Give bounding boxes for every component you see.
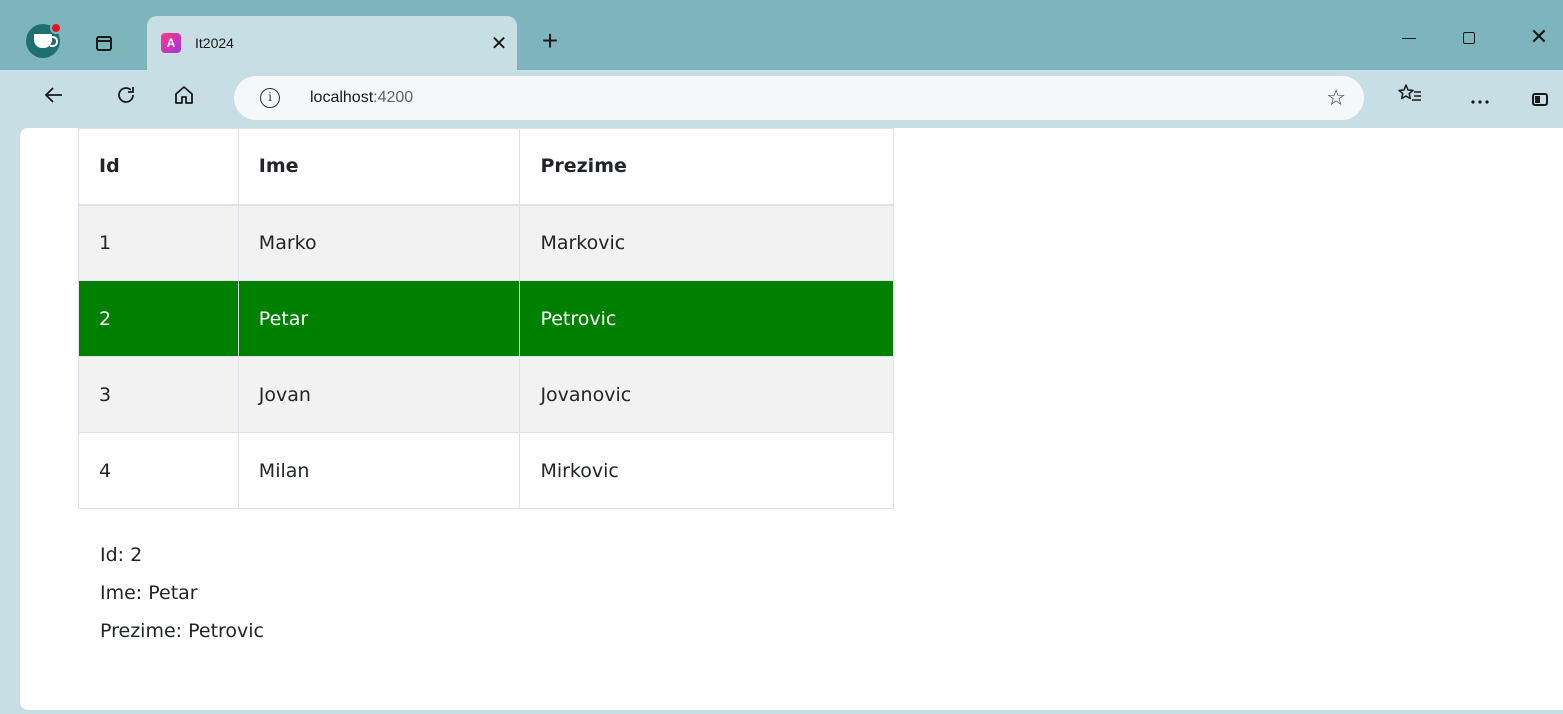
profile-avatar[interactable] xyxy=(26,22,62,58)
cell-prezime: Markovic xyxy=(519,204,894,281)
header-prezime: Prezime xyxy=(519,128,894,206)
favorites-list-icon xyxy=(1398,84,1421,101)
url-host: localhost xyxy=(310,89,374,106)
back-button[interactable] xyxy=(36,82,72,116)
tab-strip: A It2024 ✕ + ✕ xyxy=(0,0,1563,70)
reload-icon xyxy=(118,87,134,103)
cell-ime: Marko xyxy=(237,204,521,281)
address-bar[interactable]: i localhost:4200 ☆ xyxy=(234,76,1364,120)
notification-dot xyxy=(50,22,62,34)
sidebar-toggle-button[interactable] xyxy=(1522,82,1558,116)
url-text[interactable]: localhost:4200 xyxy=(310,89,413,107)
favorite-star-icon[interactable]: ☆ xyxy=(1326,85,1346,111)
cell-ime: Petar xyxy=(237,280,521,357)
cell-id: 4 xyxy=(78,432,239,509)
cell-ime: Jovan xyxy=(237,356,521,433)
home-button[interactable] xyxy=(166,82,202,116)
tab-actions-button[interactable] xyxy=(88,30,120,56)
maximize-icon xyxy=(1463,32,1475,45)
minimize-icon xyxy=(1402,37,1416,39)
table-row-selected[interactable]: 2 Petar Petrovic xyxy=(78,280,894,357)
maximize-button[interactable] xyxy=(1446,22,1492,52)
browser-tab[interactable]: A It2024 ✕ xyxy=(147,16,517,70)
cell-ime: Milan xyxy=(237,432,521,509)
new-tab-button[interactable]: + xyxy=(532,26,568,58)
cell-id: 3 xyxy=(78,356,239,433)
table-row[interactable]: 3 Jovan Jovanovic xyxy=(78,356,894,433)
tab-actions-icon xyxy=(96,35,112,51)
back-arrow-icon xyxy=(44,87,62,103)
header-ime: Ime xyxy=(237,128,521,206)
sidebar-icon xyxy=(1532,93,1548,107)
header-id: Id xyxy=(78,128,239,206)
selected-person-details: Id: 2 Ime: Petar Prezime: Petrovic xyxy=(100,536,264,650)
site-info-icon[interactable]: i xyxy=(260,88,280,108)
tab-title: It2024 xyxy=(195,35,234,51)
angular-favicon-icon: A xyxy=(161,33,181,53)
table-row[interactable]: 4 Milan Mirkovic xyxy=(78,432,894,509)
more-dots-icon xyxy=(1471,100,1489,104)
cell-prezime: Petrovic xyxy=(519,280,894,357)
cell-prezime: Jovanovic xyxy=(519,356,894,433)
favorites-button[interactable] xyxy=(1392,82,1428,116)
persons-table: Id Ime Prezime 1 Marko Markovic 2 Petar … xyxy=(78,128,894,509)
cell-id: 2 xyxy=(78,280,239,357)
url-port: :4200 xyxy=(373,89,414,106)
cell-prezime: Mirkovic xyxy=(519,432,894,509)
reload-button[interactable] xyxy=(108,82,144,116)
coffee-cup-icon xyxy=(34,34,58,48)
tab-close-button[interactable]: ✕ xyxy=(481,31,517,56)
window-close-button[interactable]: ✕ xyxy=(1516,22,1562,52)
detail-ime: Ime: Petar xyxy=(100,582,198,604)
browser-toolbar: i localhost:4200 ☆ xyxy=(0,70,1563,128)
detail-prezime: Prezime: Petrovic xyxy=(100,620,265,642)
detail-id: Id: 2 xyxy=(100,544,143,566)
more-menu-button[interactable] xyxy=(1462,82,1498,116)
table-header-row: Id Ime Prezime xyxy=(78,128,894,206)
home-icon xyxy=(175,86,193,104)
minimize-button[interactable] xyxy=(1386,22,1432,52)
cell-id: 1 xyxy=(78,204,239,281)
page-viewport: Id Ime Prezime 1 Marko Markovic 2 Petar … xyxy=(20,128,1563,710)
table-row[interactable]: 1 Marko Markovic xyxy=(78,204,894,281)
